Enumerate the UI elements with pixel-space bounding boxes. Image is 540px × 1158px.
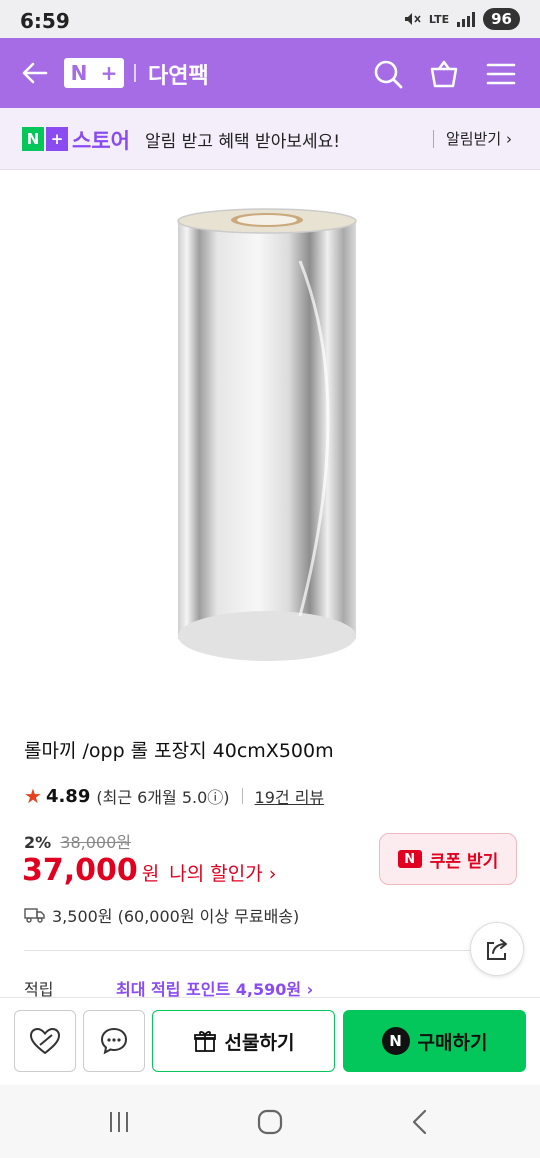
gift-button[interactable]: 선물하기 <box>152 1010 335 1072</box>
truck-icon <box>24 908 45 923</box>
price-unit: 원 <box>141 863 160 885</box>
subscribe-alerts-button[interactable]: 알림받기 › <box>446 128 512 149</box>
coupon-label: 쿠폰 받기 <box>429 851 499 872</box>
discount-line: 2% 38,000원 <box>24 829 131 853</box>
mute-icon <box>404 13 421 25</box>
shipping-info: 3,500원 (60,000원 이상 무료배송) <box>24 903 299 927</box>
header-divider <box>134 64 136 82</box>
heart-icon <box>29 1027 61 1055</box>
gift-box-icon <box>193 1031 216 1052</box>
purchase-bar: 선물하기 N 구매하기 <box>0 997 540 1085</box>
chat-bubble-icon <box>100 1027 128 1055</box>
rating-divider <box>241 788 243 804</box>
shipping-text: 3,500원 (60,000원 이상 무료배송) <box>52 907 300 926</box>
recent-apps-icon[interactable] <box>104 1107 134 1137</box>
network-label: LTE <box>428 12 450 26</box>
store-header: N + 다연팩 <box>0 38 540 108</box>
back-nav-icon[interactable] <box>406 1107 436 1137</box>
logo-n: N <box>70 61 88 85</box>
sale-price: 37,000 <box>22 853 138 888</box>
share-icon <box>487 939 507 960</box>
naver-pay-icon: N <box>381 1027 410 1055</box>
buy-label: 구매하기 <box>417 1031 488 1054</box>
notification-banner: N + 스토어 알림 받고 혜택 받아보세요! 알림받기 › <box>0 108 540 170</box>
naver-plus-logo[interactable]: N + <box>64 58 124 88</box>
shopping-bag-icon[interactable] <box>428 58 460 90</box>
rating-recent[interactable]: (최근 6개월 5.0ⓘ) <box>96 784 229 808</box>
search-icon[interactable] <box>372 58 404 90</box>
battery-badge: 96 <box>483 8 520 30</box>
price-line: 37,000 원 나의 할인가 › <box>22 853 276 888</box>
points-value-link[interactable]: 최대 적립 포인트 4,590원 › <box>116 976 313 998</box>
review-count-link[interactable]: 19건 리뷰 <box>255 784 325 808</box>
back-arrow-icon[interactable] <box>20 58 50 88</box>
notification-message: 알림 받고 혜택 받아보세요! <box>145 132 341 152</box>
banner-divider <box>433 130 434 148</box>
nplus-store-word: 스토어 <box>72 129 130 153</box>
points-label: 적립 <box>24 980 54 998</box>
naver-n-icon: N <box>397 850 422 868</box>
coupon-button[interactable]: N 쿠폰 받기 <box>379 833 517 885</box>
menu-icon[interactable] <box>485 58 517 90</box>
signal-icon <box>457 11 476 27</box>
system-nav-bar <box>0 1085 540 1158</box>
nplus-logo-plus: + <box>46 127 68 151</box>
share-button[interactable] <box>470 922 524 976</box>
rating-row: ★ 4.89 (최근 6개월 5.0ⓘ) 19건 리뷰 <box>24 784 324 808</box>
status-time: 6:59 <box>20 9 70 33</box>
store-name[interactable]: 다연팩 <box>148 58 209 90</box>
product-image[interactable] <box>0 171 540 701</box>
my-discount-link[interactable]: 나의 할인가 › <box>169 859 276 886</box>
gift-label: 선물하기 <box>224 1031 295 1054</box>
chat-button[interactable] <box>83 1010 145 1072</box>
logo-plus: + <box>100 61 118 85</box>
section-divider <box>24 950 514 951</box>
star-icon: ★ <box>24 784 42 808</box>
product-title: 롤마끼 /opp 롤 포장지 40cmX500m <box>24 740 334 762</box>
rating-score: 4.89 <box>45 785 91 807</box>
nplus-store-logo: N + <box>22 127 68 151</box>
home-icon[interactable] <box>255 1107 285 1137</box>
original-price: 38,000원 <box>60 833 131 852</box>
status-bar: 6:59 LTE 96 <box>0 0 540 38</box>
buy-button[interactable]: N 구매하기 <box>343 1010 526 1072</box>
status-icons: LTE 96 <box>403 8 520 30</box>
nplus-logo-n: N <box>22 127 44 151</box>
discount-rate: 2% <box>24 833 52 852</box>
wishlist-button[interactable] <box>14 1010 76 1072</box>
points-row: 적립 최대 적립 포인트 4,590원 › <box>24 976 514 998</box>
